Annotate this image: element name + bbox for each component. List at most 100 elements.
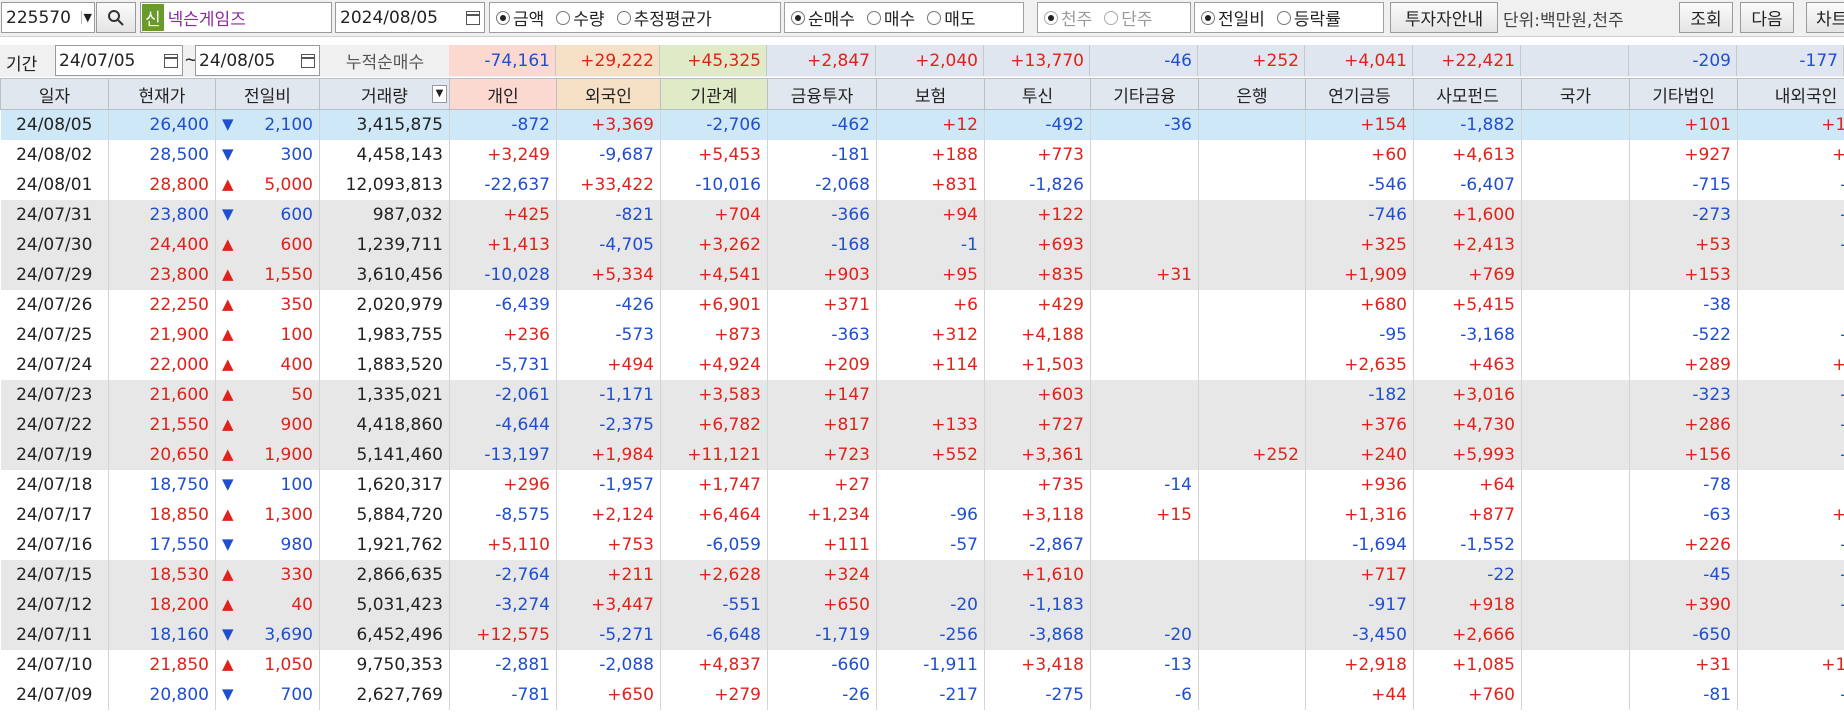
table-row[interactable]: 24/07/31 23,800 ▼ 600 987,032 +425 -821 +704 -36…: [0, 199, 1844, 230]
table-row[interactable]: 24/07/22 21,550 ▲ 900 4,418,860 -4,644 -2,375 +…: [0, 409, 1844, 440]
col-header-price[interactable]: 현재가: [108, 78, 216, 110]
investor-guide-button[interactable]: 투자자안내: [1390, 2, 1498, 33]
cell-investor-6: -14: [1090, 469, 1199, 500]
cell-price: 21,900: [108, 319, 216, 350]
col-header-private-fund[interactable]: 사모펀드: [1413, 78, 1522, 110]
cell-investor-3: -1,719: [767, 619, 877, 650]
table-row[interactable]: 24/07/11 18,160 ▼ 3,690 6,452,496 +12,575 -5,2…: [0, 619, 1844, 650]
radio-amount-circle[interactable]: [496, 10, 510, 25]
col-header-volume[interactable]: 거래량 ▼: [319, 78, 450, 110]
col-header-insurance[interactable]: 보험: [876, 78, 985, 110]
radio-net-buy[interactable]: 순매수: [791, 5, 855, 30]
col-header-other-corp[interactable]: 기타법인: [1629, 78, 1738, 110]
cell-date: 24/08/05: [0, 109, 109, 140]
next-button[interactable]: 다음: [1740, 2, 1794, 33]
table-row[interactable]: 24/07/26 22,250 ▲ 350 2,020,979 -6,439 -426 +6,…: [0, 289, 1844, 320]
col-header-date[interactable]: 일자: [0, 78, 109, 110]
col-header-domestic-foreign[interactable]: 내외국인: [1737, 78, 1844, 110]
dropdown-arrow-icon[interactable]: ▼: [80, 11, 92, 24]
stock-code-input[interactable]: 225570 ▼: [1, 2, 95, 33]
cell-investor-10: [1521, 259, 1630, 290]
radio-sell[interactable]: 매도: [927, 5, 975, 30]
radio-quantity-circle[interactable]: [556, 10, 571, 25]
table-row[interactable]: 24/07/09 20,800 ▼ 700 2,627,769 -781 +650 +279-…: [0, 679, 1844, 710]
calendar-icon[interactable]: [466, 10, 480, 25]
cell-investor-9: +2,666: [1413, 619, 1522, 650]
radio-change-rate[interactable]: 등락률: [1276, 5, 1341, 30]
table-row[interactable]: 24/08/02 28,500 ▼ 300 4,458,143 +3,249 -9,687 +…: [0, 139, 1844, 170]
sum-bank: +252: [1198, 45, 1305, 76]
dropdown-arrow-icon[interactable]: ▼: [432, 85, 447, 103]
cell-change: ▼ 3,690: [215, 619, 320, 650]
radio-sell-circle[interactable]: [927, 10, 942, 25]
col-header-individual[interactable]: 개인: [449, 78, 557, 110]
col-header-change[interactable]: 전일비: [215, 78, 320, 110]
stock-name-field[interactable]: 신 넥슨게임즈: [140, 2, 332, 33]
cell-investor-6: [1090, 199, 1199, 230]
cell-investor-2: +11,121: [660, 439, 768, 470]
shin-badge: 신: [142, 4, 164, 31]
cell-investor-9: +918: [1413, 589, 1522, 620]
cell-investor-11: -522: [1629, 319, 1738, 350]
search-button[interactable]: [96, 2, 136, 33]
radio-net-buy-circle[interactable]: [791, 10, 805, 25]
cell-investor-7: [1198, 529, 1306, 560]
cell-investor-2: +279: [660, 679, 768, 710]
radio-buy[interactable]: 매수: [866, 5, 915, 30]
col-header-bank[interactable]: 은행: [1198, 78, 1306, 110]
table-row[interactable]: 24/08/01 28,800 ▲ 5,000 12,093,813 -22,637 +33…: [0, 169, 1844, 200]
cell-date: 24/07/26: [0, 289, 109, 320]
query-button[interactable]: 조회: [1679, 2, 1733, 33]
col-header-trust[interactable]: 투신: [984, 78, 1091, 110]
radio-quantity[interactable]: 수량: [556, 5, 605, 30]
radio-single-shares[interactable]: 단주: [1104, 5, 1153, 30]
cell-investor-12: -14: [1737, 319, 1844, 350]
calendar-icon[interactable]: [164, 53, 178, 68]
table-row[interactable]: 24/07/30 24,400 ▲ 600 1,239,711 +1,413 -4,705 +…: [0, 229, 1844, 260]
table-row[interactable]: 24/07/24 22,000 ▲ 400 1,883,520 -5,731 +494 +4,…: [0, 349, 1844, 380]
period-to-input[interactable]: 24/08/05: [195, 45, 320, 76]
table-row[interactable]: 24/07/23 21,600 ▲ 50 1,335,021 -2,061 -1,171 +3…: [0, 379, 1844, 410]
radio-avg-price-circle[interactable]: [616, 10, 631, 25]
table-row[interactable]: 24/07/12 18,200 ▲ 40 5,031,423 -3,274 +3,447 -5…: [0, 589, 1844, 620]
radio-prev-day-circle[interactable]: [1201, 10, 1215, 25]
date-input[interactable]: 2024/08/05: [335, 2, 485, 33]
table-row[interactable]: 24/07/15 18,530 ▲ 330 2,866,635 -2,764 +211 +2,…: [0, 559, 1844, 590]
col-header-foreign[interactable]: 외국인: [556, 78, 661, 110]
radio-buy-circle[interactable]: [866, 10, 881, 25]
cell-investor-5: +735: [984, 469, 1091, 500]
col-header-pension[interactable]: 연기금등: [1305, 78, 1414, 110]
col-header-other-financial[interactable]: 기타금융: [1090, 78, 1199, 110]
radio-thousand-shares-circle[interactable]: [1044, 10, 1058, 25]
col-header-financial-invest[interactable]: 금융투자: [767, 78, 877, 110]
cell-investor-7: [1198, 589, 1306, 620]
arrow-up-icon: ▲: [222, 174, 234, 193]
cell-volume: 6,452,496: [319, 619, 450, 650]
cell-investor-8: +2,918: [1305, 649, 1414, 680]
radio-single-shares-circle[interactable]: [1104, 10, 1119, 25]
col-header-nation[interactable]: 국가: [1521, 78, 1630, 110]
table-row[interactable]: 24/07/17 18,850 ▲ 1,300 5,884,720 -8,575 +2,12…: [0, 499, 1844, 530]
table-row[interactable]: 24/07/29 23,800 ▲ 1,550 3,610,456 -10,028 +5,3…: [0, 259, 1844, 290]
cell-investor-7: [1198, 199, 1306, 230]
table-row[interactable]: 24/07/25 21,900 ▲ 100 1,983,755 +236 -573 +873-…: [0, 319, 1844, 350]
table-row[interactable]: 24/07/16 17,550 ▼ 980 1,921,762 +5,110 +753 -6,…: [0, 529, 1844, 560]
calendar-icon[interactable]: [301, 53, 315, 68]
cell-investor-5: +3,361: [984, 439, 1091, 470]
cell-investor-7: [1198, 289, 1306, 320]
radio-avg-price[interactable]: 추정평균가: [616, 5, 712, 30]
radio-amount[interactable]: 금액: [496, 5, 544, 30]
cell-investor-11: +153: [1629, 259, 1738, 290]
table-row[interactable]: 24/07/19 20,650 ▲ 1,900 5,141,460 -13,197 +1,9…: [0, 439, 1844, 470]
period-from-input[interactable]: 24/07/05: [55, 45, 183, 76]
table-row[interactable]: 24/07/18 18,750 ▼ 100 1,620,317 +296 -1,957 +1,…: [0, 469, 1844, 500]
cell-investor-11: -45: [1629, 559, 1738, 590]
table-row[interactable]: 24/07/10 21,850 ▲ 1,050 9,750,353 -2,881 -2,08…: [0, 649, 1844, 680]
col-header-institution[interactable]: 기관계: [660, 78, 768, 110]
table-row[interactable]: 24/08/05 26,400 ▼ 2,100 3,415,875 -872 +3,369-…: [0, 109, 1844, 140]
radio-prev-day[interactable]: 전일비: [1201, 5, 1265, 30]
radio-thousand-shares[interactable]: 천주: [1044, 5, 1092, 30]
radio-change-rate-circle[interactable]: [1276, 10, 1291, 25]
cell-volume: 1,983,755: [319, 319, 450, 350]
chart-button[interactable]: 차트: [1806, 2, 1844, 33]
